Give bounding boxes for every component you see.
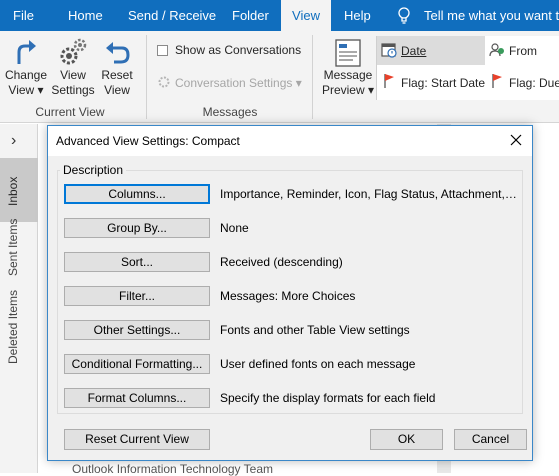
- tab-help[interactable]: Help: [344, 0, 371, 31]
- group-separator: [146, 35, 147, 119]
- messages-group-label: Messages: [202, 105, 258, 119]
- dialog-titlebar: Advanced View Settings: Compact: [48, 126, 532, 156]
- columns-button[interactable]: Columns...: [64, 184, 210, 204]
- ribbon-view: Change View ▾ View Settings Reset View C…: [0, 31, 559, 123]
- arrangement-date-label: Date: [401, 44, 427, 58]
- advanced-view-settings-dialog: Advanced View Settings: Compact Descript…: [47, 125, 533, 461]
- tab-send-receive[interactable]: Send / Receive: [128, 0, 216, 31]
- undo-icon: [106, 42, 130, 64]
- tab-view[interactable]: View: [281, 0, 331, 31]
- change-view-button[interactable]: Change View ▾: [3, 38, 49, 98]
- gear-icon: [60, 38, 87, 65]
- arrangement-flag-due[interactable]: Flag: Due: [487, 69, 559, 97]
- message-preview-label-1: Message: [323, 68, 373, 82]
- reset-view-button[interactable]: Reset View: [97, 38, 137, 98]
- background-message-subject: Outlook Information Technology Team: [72, 462, 274, 476]
- arrangement-flag-start-label: Flag: Start Date: [401, 76, 486, 90]
- folder-deleted-items[interactable]: Deleted Items: [6, 290, 20, 364]
- reset-view-label-2: View: [104, 83, 130, 97]
- arrangement-gallery: Date From Flag: Start Date Flag: Due: [376, 36, 559, 100]
- tell-me-search[interactable]: Tell me what you want to: [424, 0, 559, 31]
- filter-description: Messages: More Choices: [220, 289, 356, 303]
- show-as-conversations-label[interactable]: Show as Conversations: [175, 43, 301, 57]
- format-columns-button[interactable]: Format Columns...: [64, 388, 210, 408]
- calendar-icon: [381, 43, 397, 58]
- ribbon-tab-bar: File Home Send / Receive Folder View Hel…: [0, 0, 559, 31]
- show-as-conversations-checkbox[interactable]: [157, 45, 168, 56]
- people-icon: [489, 43, 504, 57]
- expand-folder-pane-button[interactable]: ›: [11, 132, 16, 150]
- folder-pane-collapsed: › Inbox Sent Items Deleted Items: [0, 124, 38, 473]
- description-caption: Description: [60, 163, 127, 177]
- view-settings-label-1: View: [60, 68, 86, 82]
- change-view-label-2: View ▾: [8, 83, 44, 97]
- conditional-formatting-description: User defined fonts on each message: [220, 357, 416, 371]
- current-view-group-label: Current View: [35, 105, 105, 119]
- group-by-button[interactable]: Group By...: [64, 218, 210, 238]
- folder-inbox[interactable]: Inbox: [6, 177, 20, 206]
- tab-home[interactable]: Home: [68, 0, 103, 31]
- change-view-icon: [17, 40, 36, 64]
- message-preview-icon: [335, 39, 361, 67]
- conversation-settings-icon: [158, 76, 170, 88]
- tab-file[interactable]: File: [13, 0, 34, 31]
- sort-button[interactable]: Sort...: [64, 252, 210, 272]
- filter-button[interactable]: Filter...: [64, 286, 210, 306]
- flag-icon: [492, 74, 502, 88]
- other-settings-button[interactable]: Other Settings...: [64, 320, 210, 340]
- reset-current-view-button[interactable]: Reset Current View: [64, 429, 210, 450]
- tab-folder[interactable]: Folder: [232, 0, 269, 31]
- conditional-formatting-button[interactable]: Conditional Formatting...: [64, 354, 210, 374]
- cancel-button[interactable]: Cancel: [454, 429, 527, 450]
- arrangement-date[interactable]: Date: [377, 36, 485, 65]
- lightbulb-icon: [398, 7, 410, 24]
- columns-description: Importance, Reminder, Icon, Flag Status,…: [220, 187, 520, 201]
- sort-description: Received (descending): [220, 255, 343, 269]
- arrangement-from[interactable]: From: [487, 36, 559, 65]
- flag-icon: [384, 74, 394, 88]
- dialog-title: Advanced View Settings: Compact: [56, 134, 240, 148]
- reset-view-label-1: Reset: [101, 68, 133, 82]
- arrangement-flag-due-label: Flag: Due: [509, 76, 559, 90]
- conversation-settings-button[interactable]: Conversation Settings ▾: [175, 76, 302, 90]
- folder-sent-items[interactable]: Sent Items: [6, 219, 20, 276]
- arrangement-from-label: From: [509, 44, 537, 58]
- group-separator: [312, 35, 313, 119]
- arrangement-flag-start[interactable]: Flag: Start Date: [377, 69, 485, 97]
- message-preview-label-2: Preview ▾: [321, 83, 375, 97]
- view-settings-label-2: Settings: [51, 83, 95, 97]
- format-columns-description: Specify the display formats for each fie…: [220, 391, 436, 405]
- other-settings-description: Fonts and other Table View settings: [220, 323, 410, 337]
- close-icon[interactable]: [508, 132, 524, 148]
- message-preview-button[interactable]: Message Preview ▾: [320, 38, 376, 98]
- group-by-description: None: [220, 221, 249, 235]
- change-view-label-1: Change: [4, 68, 48, 82]
- ok-button[interactable]: OK: [370, 429, 443, 450]
- view-settings-button[interactable]: View Settings: [50, 36, 96, 98]
